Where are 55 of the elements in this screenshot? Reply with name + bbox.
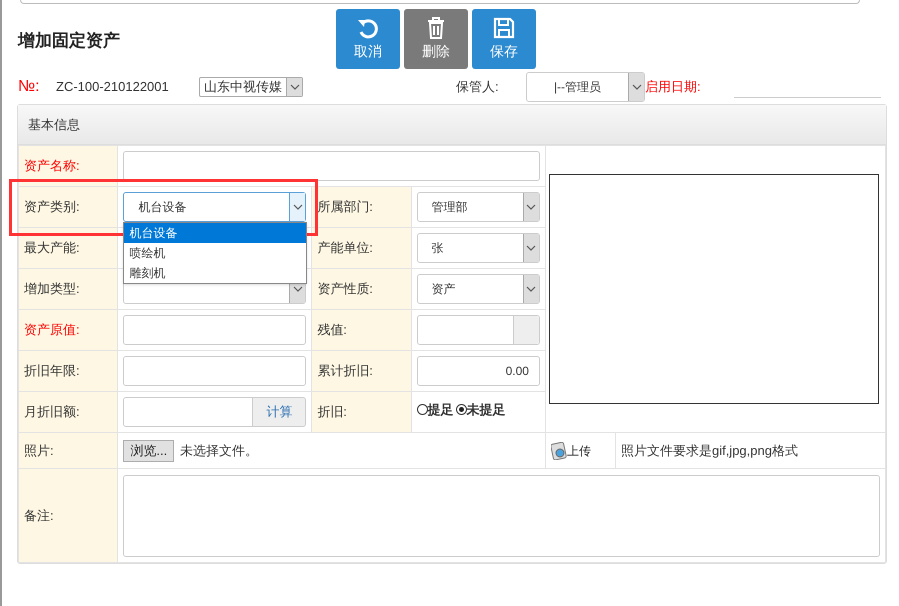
- keeper-select[interactable]: |--管理员: [526, 72, 645, 102]
- field-label: 折旧年限:: [24, 363, 80, 378]
- field-label: 累计折旧:: [317, 363, 373, 378]
- radio-option[interactable]: 未提足: [456, 400, 506, 420]
- category-select[interactable]: 机台设备: [123, 192, 306, 222]
- cancel-button[interactable]: 取消: [336, 9, 400, 69]
- years-field[interactable]: [123, 356, 306, 386]
- start-date-label: 启用日期:: [645, 78, 702, 96]
- residual-value-field[interactable]: [416, 315, 540, 345]
- accumulated-field[interactable]: 0.00: [416, 356, 540, 386]
- asset-name-field[interactable]: [123, 151, 540, 181]
- field-label: 所属部门:: [317, 199, 373, 214]
- panel-title: 基本信息: [18, 105, 886, 145]
- keeper-label: 保管人:: [456, 78, 500, 96]
- page-title: 增加固定资产: [16, 30, 121, 52]
- calculate-button[interactable]: 计算: [253, 397, 306, 427]
- photo-hint: 照片文件要求是gif,jpg,png格式: [620, 442, 798, 458]
- field-label: 备注:: [24, 508, 54, 523]
- field-label: 资产名称:: [24, 158, 80, 174]
- original-value-field[interactable]: [123, 315, 306, 345]
- caret-icon: [526, 204, 536, 210]
- dropdown-option[interactable]: 雕刻机: [124, 263, 306, 283]
- field-label: 折旧:: [317, 404, 347, 420]
- number-label: №:: [17, 77, 41, 97]
- field-label: 产能单位:: [317, 240, 373, 256]
- field-label: 照片:: [24, 442, 54, 458]
- caret-icon: [632, 84, 642, 90]
- dropdown-option[interactable]: 喷绘机: [124, 243, 306, 263]
- field-label: 资产性质:: [317, 281, 373, 296]
- dropdown-option[interactable]: 机台设备: [124, 223, 306, 243]
- caret-icon: [526, 245, 536, 251]
- save-button[interactable]: 保存: [472, 9, 536, 69]
- caret-icon: [292, 286, 303, 292]
- remarks-field[interactable]: [123, 474, 880, 556]
- company-select[interactable]: 山东中视传媒: [199, 77, 303, 97]
- browse-button[interactable]: 浏览...: [123, 440, 174, 462]
- radio-option[interactable]: 提足: [416, 400, 454, 420]
- department-select[interactable]: 管理部: [416, 192, 540, 222]
- camera-icon: [550, 442, 567, 460]
- caret-icon: [292, 204, 303, 210]
- file-status: 未选择文件。: [180, 442, 258, 460]
- field-label: 最大产能:: [24, 240, 80, 256]
- trash-icon: [426, 16, 446, 38]
- field-label: 增加类型:: [24, 281, 80, 296]
- monthly-field[interactable]: [123, 397, 254, 427]
- number-value: ZC-100-210122001: [56, 78, 170, 96]
- field-label: 月折旧额:: [24, 404, 80, 420]
- nature-select[interactable]: 资产: [416, 274, 540, 304]
- field-label: 残值:: [317, 322, 347, 338]
- undo-icon: [357, 16, 379, 38]
- caret-icon: [526, 286, 536, 292]
- caret-icon: [290, 84, 300, 90]
- unit-select[interactable]: 张: [416, 233, 540, 263]
- field-label: 资产原值:: [24, 322, 80, 338]
- field-label: 资产类别:: [24, 199, 80, 214]
